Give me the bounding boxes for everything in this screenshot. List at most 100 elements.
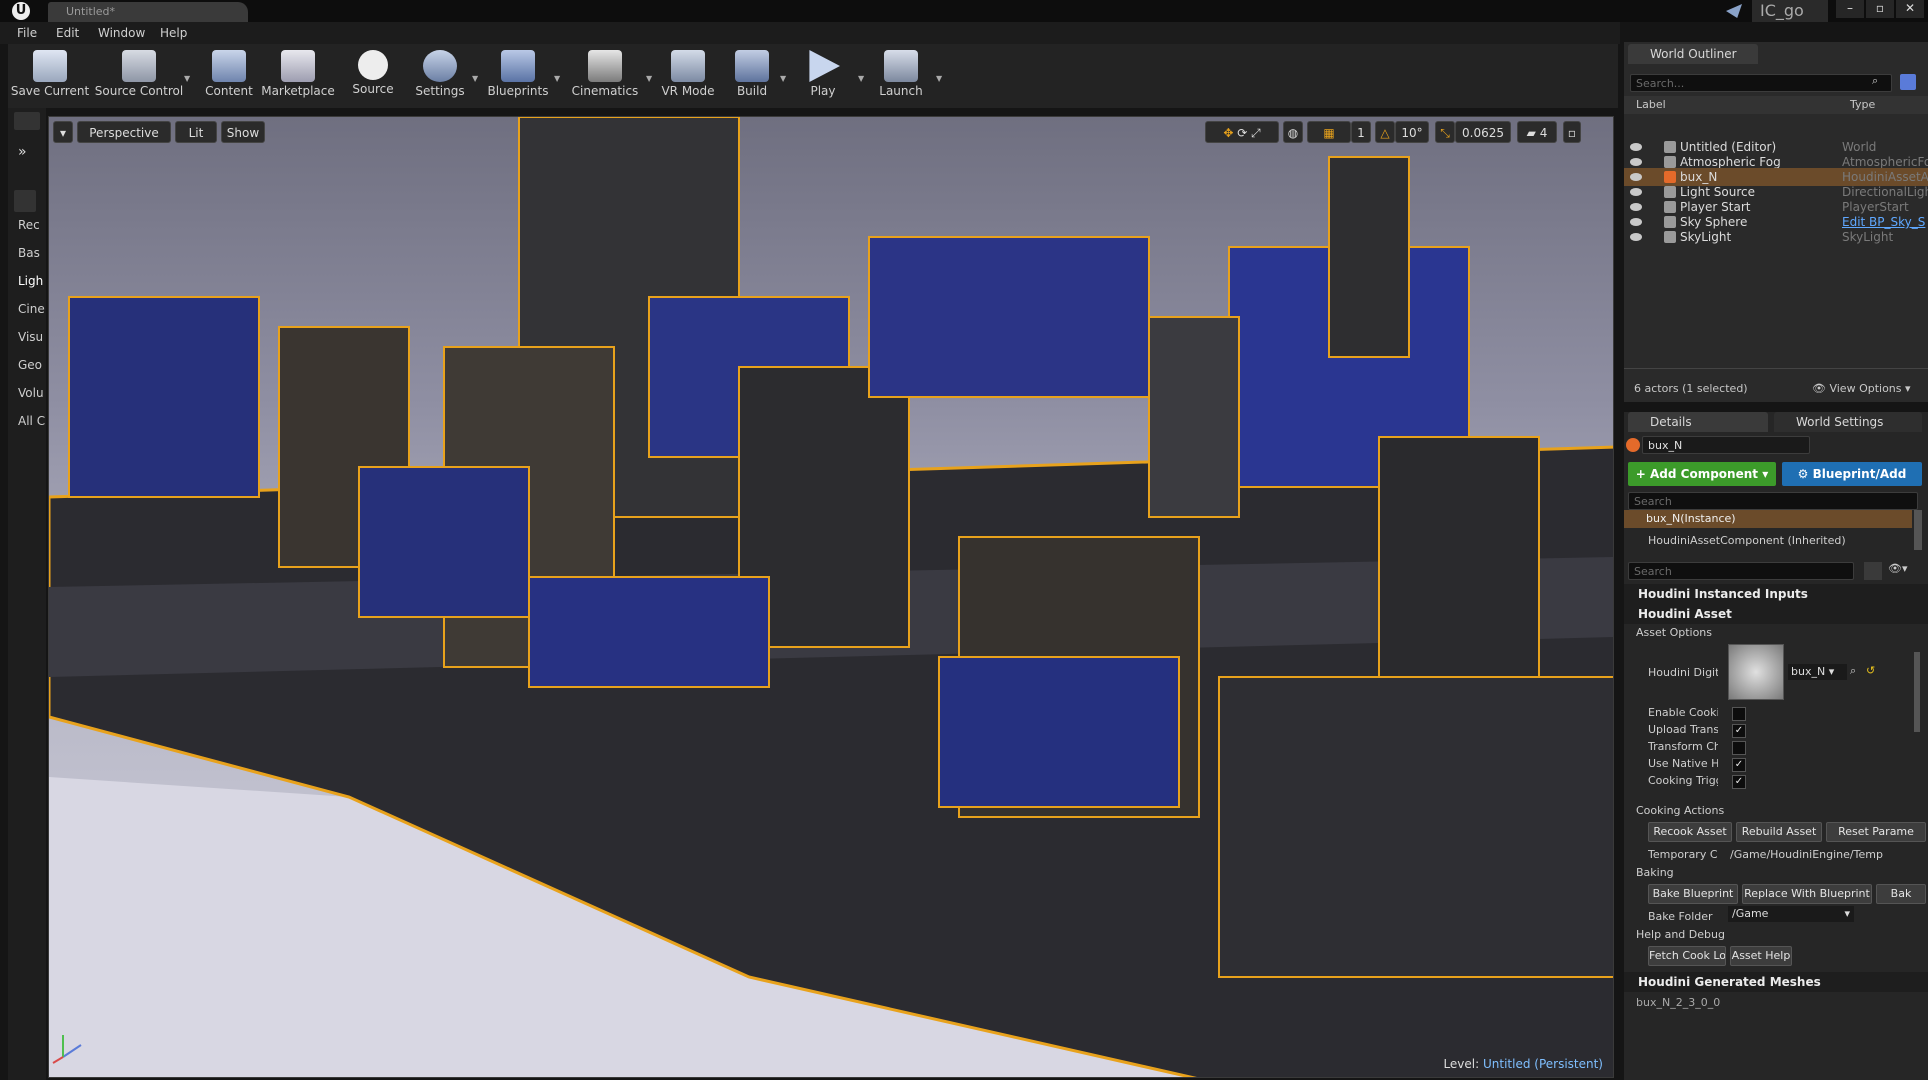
pin-icon[interactable] bbox=[1900, 74, 1916, 90]
build-button[interactable]: Build bbox=[724, 44, 780, 108]
place-category-geometry[interactable]: Geo bbox=[18, 358, 42, 372]
transform-tools-group[interactable]: ✥ ⟳ ⤢ bbox=[1205, 121, 1279, 143]
place-category-basic[interactable]: Bas bbox=[18, 246, 40, 260]
blueprints-caret-icon[interactable]: ▼ bbox=[554, 74, 562, 83]
property-checkbox[interactable]: ✓ bbox=[1732, 775, 1746, 789]
menu-window[interactable]: Window bbox=[98, 26, 145, 40]
bake-blueprint-button[interactable]: Bake Blueprint bbox=[1648, 884, 1738, 904]
marketplace-button[interactable]: Marketplace bbox=[260, 44, 336, 108]
asset-combo[interactable]: bux_N ▾ bbox=[1788, 664, 1847, 680]
visibility-eye-icon[interactable] bbox=[1630, 218, 1642, 226]
place-category-cinematic[interactable]: Cine bbox=[18, 302, 45, 316]
place-category-recent[interactable]: Rec bbox=[18, 218, 40, 232]
settings-button[interactable]: Settings bbox=[408, 44, 472, 108]
component-search-input[interactable]: Search bbox=[1628, 492, 1918, 510]
source-control-status-icon[interactable] bbox=[1726, 4, 1742, 18]
replace-with-blueprint-button[interactable]: Replace With Blueprint bbox=[1742, 884, 1872, 904]
help-and-debug-header[interactable]: Help and Debug bbox=[1636, 928, 1725, 941]
instance-row[interactable]: bux_N(Instance) bbox=[1624, 510, 1912, 528]
add-component-button[interactable]: + Add Component ▾ bbox=[1628, 462, 1776, 486]
reset-asset-icon[interactable]: ↺ bbox=[1866, 664, 1875, 677]
level-viewport[interactable]: ▾ Perspective Lit Show ✥ ⟳ ⤢ ◍ ▦ 1 △ 10°… bbox=[48, 116, 1614, 1078]
label-column-header[interactable]: Label bbox=[1636, 98, 1666, 111]
play-caret-icon[interactable]: ▼ bbox=[858, 74, 866, 83]
vr-mode-button[interactable]: VR Mode bbox=[656, 44, 720, 108]
section-houdini-instanced-inputs[interactable]: Houdini Instanced Inputs bbox=[1624, 584, 1928, 604]
fetch-cook-log-button[interactable]: Fetch Cook Log bbox=[1648, 946, 1726, 966]
outliner-row[interactable]: SkyLight SkyLight bbox=[1624, 228, 1928, 246]
property-checkbox[interactable]: ✓ bbox=[1732, 758, 1746, 772]
generated-mesh-item[interactable]: bux_N_2_3_0_0 bbox=[1636, 996, 1720, 1009]
outliner-search-input[interactable]: Search... bbox=[1630, 74, 1892, 92]
expand-chevron-icon[interactable]: » bbox=[18, 144, 27, 160]
section-houdini-asset[interactable]: Houdini Asset bbox=[1624, 604, 1928, 624]
bake-more-button[interactable]: Bak bbox=[1876, 884, 1926, 904]
eye-options-icon[interactable]: 👁▾ bbox=[1888, 562, 1908, 575]
cinematics-caret-icon[interactable]: ▼ bbox=[646, 74, 654, 83]
play-button[interactable]: Play bbox=[792, 44, 854, 108]
world-local-icon[interactable]: ◍ bbox=[1283, 121, 1303, 143]
place-category-visual[interactable]: Visu bbox=[18, 330, 43, 344]
launch-button[interactable]: Launch bbox=[868, 44, 934, 108]
details-scrollbar[interactable] bbox=[1914, 652, 1920, 732]
source-control-caret-icon[interactable]: ▼ bbox=[184, 74, 192, 83]
show-button[interactable]: Show bbox=[221, 121, 265, 143]
component-row[interactable]: HoudiniAssetComponent (Inherited) bbox=[1624, 532, 1912, 550]
property-checkbox[interactable] bbox=[1732, 741, 1746, 755]
launch-caret-icon[interactable]: ▼ bbox=[936, 74, 944, 83]
viewport-options-button[interactable]: ▾ bbox=[53, 121, 73, 143]
city-scene[interactable] bbox=[49, 117, 1614, 1078]
place-category-all-classes[interactable]: All C bbox=[18, 414, 45, 428]
reset-parameters-button[interactable]: Reset Parame bbox=[1826, 822, 1926, 842]
place-category-volumes[interactable]: Volu bbox=[18, 386, 44, 400]
tab-world-outliner[interactable]: World Outliner bbox=[1628, 44, 1758, 64]
component-scrollbar[interactable] bbox=[1914, 510, 1922, 550]
temporary-cook-folder-value[interactable]: /Game/HoudiniEngine/Temp bbox=[1730, 848, 1883, 861]
baking-header[interactable]: Baking bbox=[1636, 866, 1674, 879]
tab-world-settings[interactable]: World Settings bbox=[1774, 412, 1922, 432]
property-checkbox[interactable]: ✓ bbox=[1732, 724, 1746, 738]
property-matrix-icon[interactable] bbox=[1864, 562, 1882, 580]
save-current-button[interactable]: Save Current bbox=[10, 44, 90, 108]
maximize-viewport-icon[interactable]: ▫ bbox=[1563, 121, 1581, 143]
visibility-eye-icon[interactable] bbox=[1630, 203, 1642, 211]
search-icon[interactable] bbox=[14, 190, 36, 212]
menu-help[interactable]: Help bbox=[160, 26, 187, 40]
surface-snap-icon[interactable]: ▦ bbox=[1307, 121, 1351, 143]
scale-snap-value[interactable]: 0.0625 bbox=[1455, 121, 1511, 143]
place-mode-icon[interactable] bbox=[14, 112, 40, 130]
view-options-button[interactable]: 👁 View Options ▾ bbox=[1812, 382, 1911, 395]
bake-folder-combo[interactable]: /Game ▾ bbox=[1728, 906, 1854, 922]
asset-help-button[interactable]: Asset Help bbox=[1730, 946, 1792, 966]
close-icon[interactable]: ✕ bbox=[1896, 0, 1924, 18]
property-search-input[interactable]: Search bbox=[1628, 562, 1854, 580]
visibility-eye-icon[interactable] bbox=[1630, 233, 1642, 241]
lit-button[interactable]: Lit bbox=[175, 121, 217, 143]
actor-name-field[interactable]: bux_N bbox=[1642, 436, 1810, 454]
minimize-icon[interactable]: – bbox=[1836, 0, 1864, 18]
type-column-header[interactable]: Type bbox=[1850, 98, 1875, 111]
build-caret-icon[interactable]: ▼ bbox=[780, 74, 788, 83]
camera-speed-button[interactable]: ▰ 4 bbox=[1517, 121, 1557, 143]
section-houdini-generated-meshes[interactable]: Houdini Generated Meshes bbox=[1624, 972, 1928, 992]
menu-edit[interactable]: Edit bbox=[56, 26, 79, 40]
browse-asset-icon[interactable]: ⌕ bbox=[1850, 664, 1856, 678]
source-control-button[interactable]: Source Control bbox=[94, 44, 184, 108]
cinematics-button[interactable]: Cinematics bbox=[564, 44, 646, 108]
document-tab[interactable]: Untitled* bbox=[48, 2, 248, 22]
cooking-actions-header[interactable]: Cooking Actions bbox=[1636, 804, 1724, 817]
rotation-snap-icon[interactable]: △ bbox=[1375, 121, 1395, 143]
tab-details[interactable]: Details bbox=[1628, 412, 1768, 432]
visibility-eye-icon[interactable] bbox=[1630, 173, 1642, 181]
visibility-eye-icon[interactable] bbox=[1630, 188, 1642, 196]
source-button[interactable]: Source bbox=[342, 44, 404, 108]
rebuild-asset-button[interactable]: Rebuild Asset bbox=[1736, 822, 1822, 842]
place-category-lights[interactable]: Ligh bbox=[18, 274, 43, 288]
asset-thumbnail[interactable] bbox=[1728, 644, 1784, 700]
visibility-eye-icon[interactable] bbox=[1630, 158, 1642, 166]
asset-options-header[interactable]: Asset Options bbox=[1636, 626, 1712, 639]
perspective-button[interactable]: Perspective bbox=[77, 121, 171, 143]
scale-snap-icon[interactable]: ⤡ bbox=[1435, 121, 1455, 143]
blueprint-add-button[interactable]: ⚙ Blueprint/Add bbox=[1782, 462, 1922, 486]
menu-file[interactable]: File bbox=[17, 26, 37, 40]
